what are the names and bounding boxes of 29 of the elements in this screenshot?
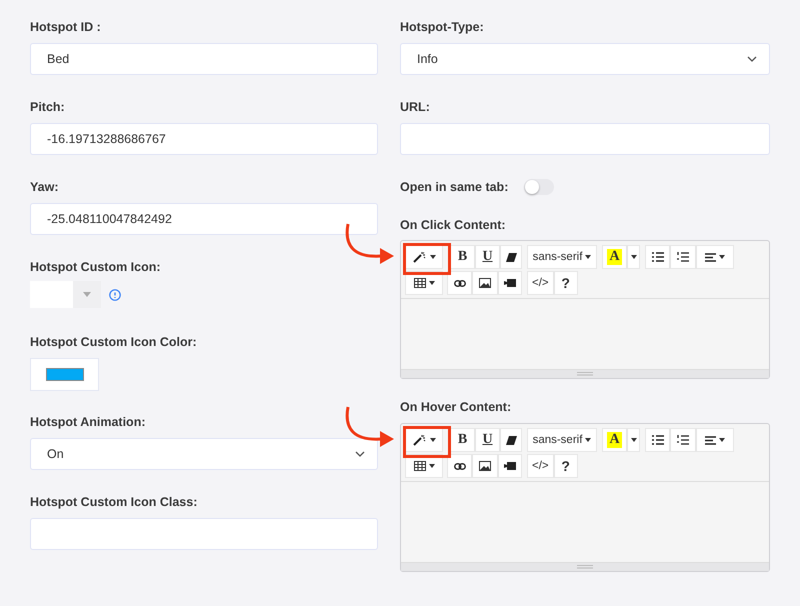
- field-label: On Click Content:: [400, 217, 507, 233]
- bold-button[interactable]: B: [450, 245, 475, 269]
- code-view-button[interactable]: </>: [527, 454, 554, 478]
- font-button[interactable]: sans-serif: [527, 245, 597, 269]
- field-label: Open in same tab:: [400, 179, 508, 195]
- text-field[interactable]: -16.19713288686767: [30, 123, 378, 155]
- field-label: Pitch:: [30, 99, 66, 115]
- help-button[interactable]: ?: [554, 271, 578, 295]
- text-color-button[interactable]: A: [602, 245, 627, 269]
- bold-button[interactable]: B: [450, 428, 475, 452]
- field-label: URL:: [400, 99, 431, 115]
- select-field[interactable]: Info: [400, 43, 770, 75]
- font-button[interactable]: sans-serif: [527, 428, 597, 452]
- text-field[interactable]: Bed: [30, 43, 378, 75]
- field-label: Hotspot-Type:: [400, 19, 485, 35]
- help-button[interactable]: ?: [554, 454, 578, 478]
- field-label: Yaw:: [30, 179, 60, 195]
- field-label: Hotspot Custom Icon Class:: [30, 494, 198, 510]
- select-field[interactable]: On: [30, 438, 378, 470]
- field-label: Hotspot Custom Icon:: [30, 259, 162, 275]
- text-field[interactable]: -25.048110047842492: [30, 203, 378, 235]
- field-label: Hotspot Animation:: [30, 414, 146, 430]
- field-label: Hotspot Custom Icon Color:: [30, 334, 198, 350]
- code-view-button[interactable]: </>: [527, 271, 554, 295]
- underline-button[interactable]: U: [475, 245, 500, 269]
- field-label: Hotspot ID :: [30, 19, 102, 35]
- underline-button[interactable]: U: [475, 428, 500, 452]
- text-color-button[interactable]: A: [602, 428, 627, 452]
- field-label: On Hover Content:: [400, 399, 512, 415]
